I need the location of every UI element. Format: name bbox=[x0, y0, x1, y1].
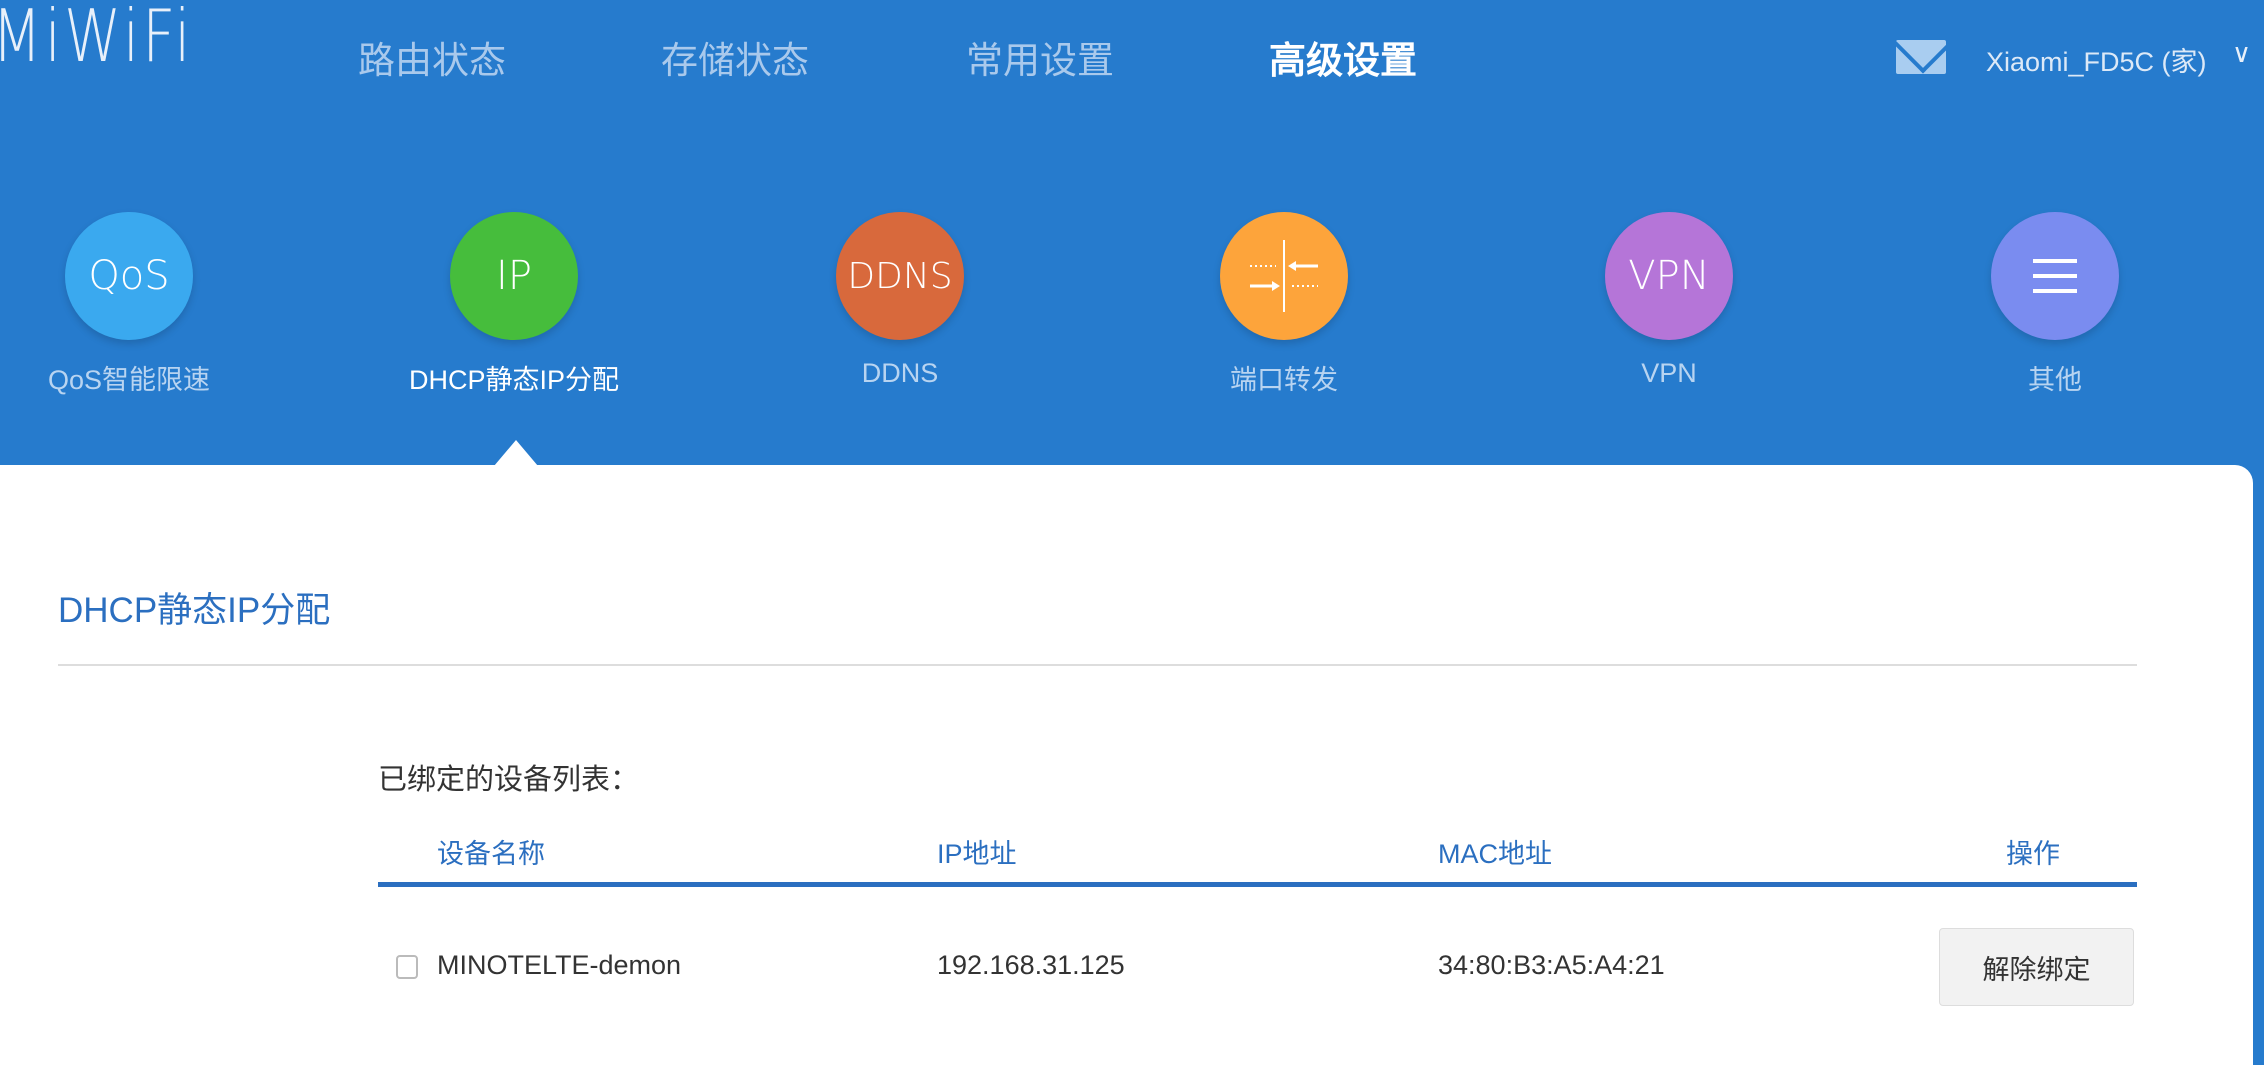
ddns-icon[interactable]: DDNS bbox=[836, 212, 964, 340]
ddns-label[interactable]: DDNS bbox=[750, 358, 1050, 389]
chevron-down-icon[interactable]: ∨ bbox=[2232, 38, 2251, 69]
row-checkbox[interactable] bbox=[396, 955, 418, 979]
port-forward-label[interactable]: 端口转发 bbox=[1134, 358, 1434, 397]
selection-pointer bbox=[494, 440, 538, 466]
content-panel bbox=[0, 465, 2253, 1065]
nav-storage-status[interactable]: 存储状态 bbox=[661, 30, 809, 84]
nav-advanced-settings[interactable]: 高级设置 bbox=[1269, 30, 1417, 84]
qos-icon[interactable]: QoS bbox=[65, 212, 193, 340]
port-forward-arrows-icon bbox=[1250, 240, 1318, 312]
ip-icon[interactable]: IP bbox=[450, 212, 578, 340]
menu-icon[interactable] bbox=[1991, 212, 2119, 340]
divider bbox=[58, 664, 2137, 666]
dhcp-label[interactable]: DHCP静态IP分配 bbox=[364, 358, 664, 397]
table-header-rule bbox=[378, 882, 2137, 887]
header-device-name: 设备名称 bbox=[437, 839, 545, 869]
mail-icon[interactable] bbox=[1896, 40, 1946, 74]
device-mac: 34:80:B3:A5:A4:21 bbox=[1438, 950, 1665, 980]
header-ip: IP地址 bbox=[937, 839, 1017, 869]
account-name[interactable]: Xiaomi_FD5C (家) bbox=[1986, 40, 2207, 79]
nav-router-status[interactable]: 路由状态 bbox=[358, 30, 506, 84]
qos-label[interactable]: QoS智能限速 bbox=[0, 358, 279, 397]
unbind-button[interactable]: 解除绑定 bbox=[1939, 928, 2134, 1006]
miwifi-logo[interactable]: MiWiFi bbox=[0, 0, 194, 78]
nav-common-settings[interactable]: 常用设置 bbox=[966, 30, 1114, 84]
page-title: DHCP静态IP分配 bbox=[58, 591, 331, 630]
other-label[interactable]: 其他 bbox=[1905, 358, 2205, 397]
device-name: MINOTELTE-demon bbox=[437, 950, 682, 980]
vpn-icon[interactable]: VPN bbox=[1605, 212, 1733, 340]
vpn-label[interactable]: VPN bbox=[1519, 358, 1819, 389]
section-title: 已绑定的设备列表： bbox=[378, 764, 640, 796]
device-ip: 192.168.31.125 bbox=[937, 950, 1125, 980]
header-action: 操作 bbox=[2006, 839, 2060, 869]
port-forward-icon[interactable] bbox=[1220, 212, 1348, 340]
header-mac: MAC地址 bbox=[1438, 839, 1552, 869]
